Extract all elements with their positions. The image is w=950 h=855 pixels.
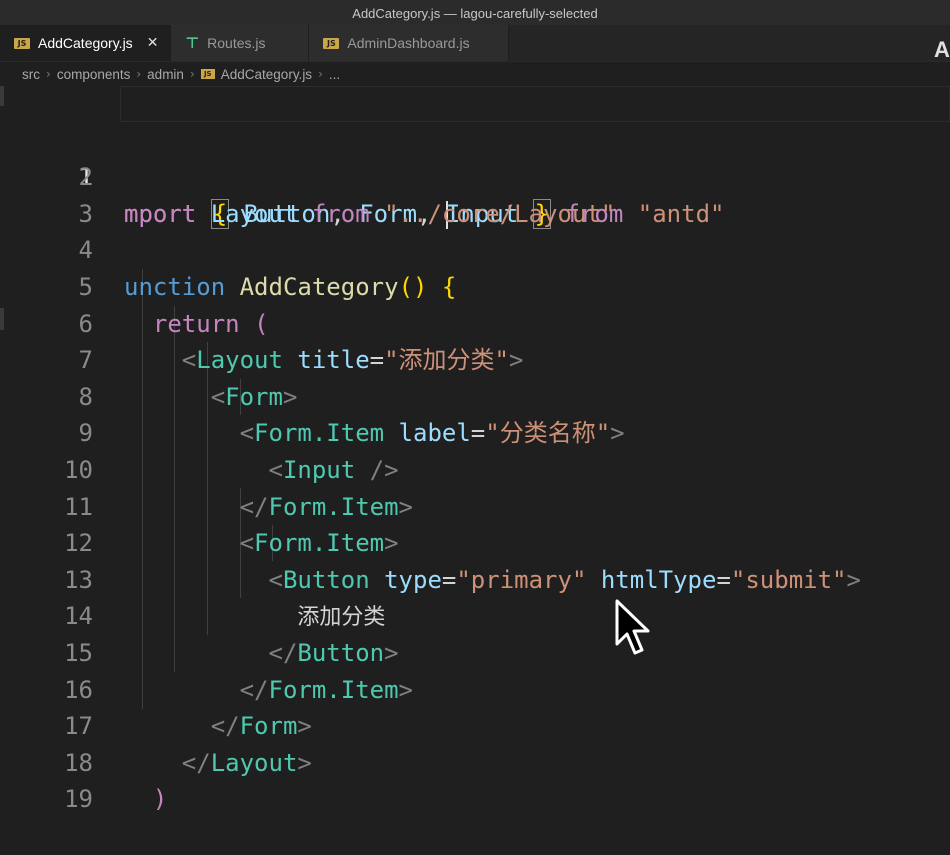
js-file-icon: JS	[14, 37, 30, 49]
code-editor[interactable]: 1 mport { Button, Form, Input } from "an…	[0, 86, 950, 814]
breadcrumb-components[interactable]: components	[57, 67, 131, 82]
code-line-15[interactable]: 15 </Form.Item>	[0, 598, 950, 704]
breadcrumb-file[interactable]: AddCategory.js	[221, 67, 312, 82]
chevron-right-icon: ›	[136, 67, 142, 81]
chevron-right-icon: ›	[46, 67, 51, 81]
code-line-18[interactable]: 18 )	[0, 708, 950, 814]
code-line-19[interactable]: 19	[0, 745, 950, 813]
code-line-11[interactable]: 11 <Form.Item>	[0, 452, 950, 558]
code-line-12[interactable]: 12 <Button type="primary" htmlType="subm…	[0, 489, 950, 594]
window-title: AddCategory.js — lagou-carefully-selecte…	[0, 0, 950, 26]
tab-label: AddCategory.js	[38, 35, 133, 51]
js-file-icon: JS	[200, 69, 215, 79]
routes-icon: ⊤	[185, 34, 200, 52]
code-line-16[interactable]: 16 </Form>	[0, 635, 950, 741]
chevron-right-icon: ›	[189, 67, 195, 81]
js-file-icon: JS	[323, 37, 340, 49]
code-line-5[interactable]: 5 return (	[0, 232, 950, 338]
code-line-13[interactable]: 13 添加分类	[0, 525, 950, 631]
code-line-2[interactable]: 2 mport Layout from "../core/Layout"	[0, 123, 950, 228]
tab-label: AdminDashboard.js	[347, 35, 470, 51]
code-line-3[interactable]: 3	[0, 159, 950, 228]
mouse-pointer-icon	[615, 599, 650, 655]
code-line-10[interactable]: 10 </Form.Item>	[0, 415, 950, 521]
code-line-4[interactable]: 4 unction AddCategory() {	[0, 196, 950, 301]
line-number: 19	[64, 785, 93, 814]
current-line-highlight	[120, 86, 950, 122]
tab-bar-empty	[509, 25, 950, 61]
code-line-14[interactable]: 14 </Button>	[0, 562, 950, 667]
close-icon[interactable]: ✕	[147, 35, 159, 51]
tab-addcategory[interactable]: JS AddCategory.js ✕	[0, 25, 172, 61]
code-line-6[interactable]: 6 <Layout title="添加分类">	[0, 269, 950, 375]
code-line-17[interactable]: 17 </Layout>	[0, 672, 950, 777]
code-line-7[interactable]: 7 <Form>	[0, 306, 950, 411]
code-line-1[interactable]: 1 mport { Button, Form, Input } from "an…	[0, 86, 950, 229]
breadcrumb: src › components › admin › JS AddCategor…	[0, 62, 950, 86]
breadcrumb-admin[interactable]: admin	[147, 67, 184, 82]
chevron-right-icon: ›	[318, 67, 323, 81]
breadcrumb-symbol[interactable]: ...	[329, 67, 340, 82]
code-line-9[interactable]: 9 <Input />	[0, 379, 950, 484]
tab-bar: JS AddCategory.js ✕ ⊤ Routes.js JS Admin…	[0, 25, 950, 62]
tab-label: Routes.js	[207, 35, 266, 51]
breadcrumb-src[interactable]: src	[22, 67, 40, 82]
tab-routes[interactable]: ⊤ Routes.js	[171, 25, 310, 61]
tab-admindashboard[interactable]: JS AdminDashboard.js	[309, 25, 510, 61]
code-line-8[interactable]: 8 <Form.Item label="分类名称">	[0, 342, 950, 448]
